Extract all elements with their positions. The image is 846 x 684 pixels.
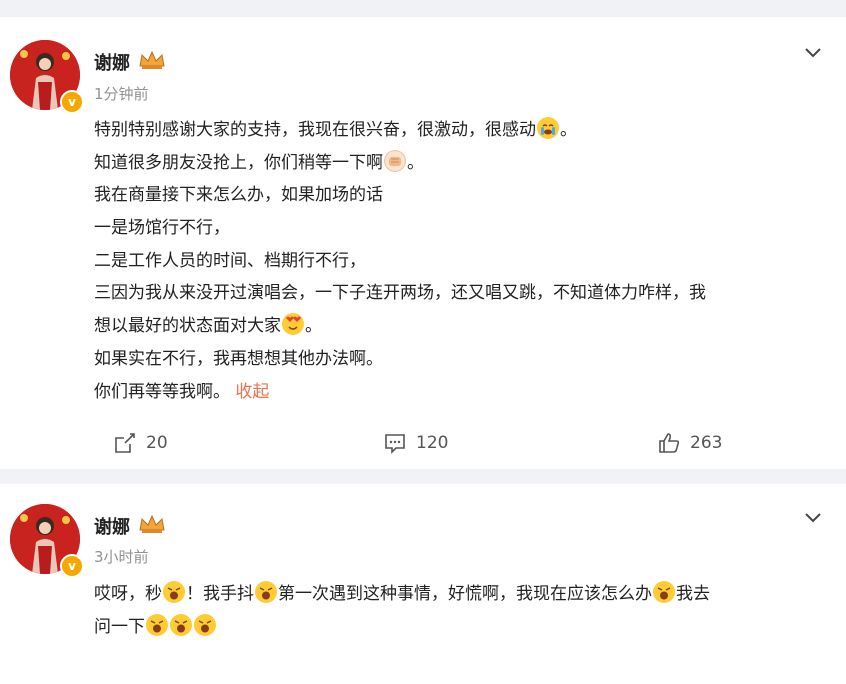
like-button[interactable]: 263 — [658, 428, 722, 458]
wow-emoji — [255, 581, 277, 603]
author-name[interactable]: 谢娜 — [94, 49, 130, 75]
chevron-down-icon[interactable] — [804, 47, 822, 59]
collapse-link[interactable]: 收起 — [235, 382, 269, 402]
post-line: 特别特别感谢大家的支持，我现在很兴奋，很激动，很感动 。 — [94, 114, 824, 147]
verified-badge: v — [60, 90, 84, 114]
post-content: 哎呀，秒 ！我手抖 第一次遇到这种事情，好慌啊，我现在应该怎么办 我去 问一下 — [94, 578, 824, 643]
fist-emoji — [384, 149, 406, 172]
post-content: 特别特别感谢大家的支持，我现在很兴奋，很激动，很感动 。 知道很多朋友没抢上，你… — [94, 114, 824, 408]
crown-badge — [139, 514, 165, 533]
cry-emoji — [537, 117, 559, 139]
repost-count: 20 — [146, 433, 168, 453]
post-line: 你们再等等我啊。 收起 — [94, 381, 270, 402]
post-time[interactable]: 3小时前 — [94, 546, 149, 567]
post-line: 想以最好的状态面对大家 。 — [94, 310, 824, 343]
post-line: 三因为我从来没开过演唱会，一下子连开两场，还又唱又跳，不知道体力咋样，我 — [94, 283, 706, 304]
share-icon — [115, 433, 135, 453]
weibo-post: v 谢娜 3小时前 哎呀，秒 ！我手抖 第一次遇到这种事情，好慌啊，我现在应该怎… — [0, 484, 846, 684]
post-line: 如果实在不行，我再想想其他办法啊。 — [94, 348, 383, 369]
post-line: 问一下 — [94, 611, 824, 644]
chevron-down-icon[interactable] — [804, 512, 822, 524]
post-line: 哎呀，秒 ！我手抖 第一次遇到这种事情，好慌啊，我现在应该怎么办 我去 — [94, 578, 824, 611]
repost-button[interactable]: 20 — [114, 428, 168, 458]
wow-emoji — [653, 581, 675, 603]
wow-emoji — [194, 613, 216, 636]
post-line: 一是场馆行不行， — [94, 218, 230, 239]
author-name[interactable]: 谢娜 — [94, 513, 130, 539]
post-line: 二是工作人员的时间、档期行不行， — [94, 250, 366, 271]
crown-badge — [139, 50, 165, 69]
wow-emoji — [146, 613, 168, 636]
comment-button[interactable]: 120 — [384, 428, 448, 458]
post-time[interactable]: 1分钟前 — [94, 83, 149, 104]
like-count: 263 — [690, 433, 723, 453]
post-line: 知道很多朋友没抢上，你们稍等一下啊 。 — [94, 147, 824, 180]
like-icon — [659, 433, 680, 453]
love-emoji — [282, 313, 304, 336]
weibo-post: v 谢娜 1分钟前 特别特别感谢大家的支持，我现在很兴奋，很激动，很感动 。 知… — [0, 17, 846, 469]
wow-emoji — [170, 613, 192, 636]
comment-count: 120 — [416, 433, 449, 453]
comment-icon — [385, 434, 405, 454]
verified-badge: v — [60, 554, 84, 578]
post-line: 我在商量接下来怎么办，如果加场的话 — [94, 185, 383, 206]
wow-emoji — [163, 581, 185, 603]
